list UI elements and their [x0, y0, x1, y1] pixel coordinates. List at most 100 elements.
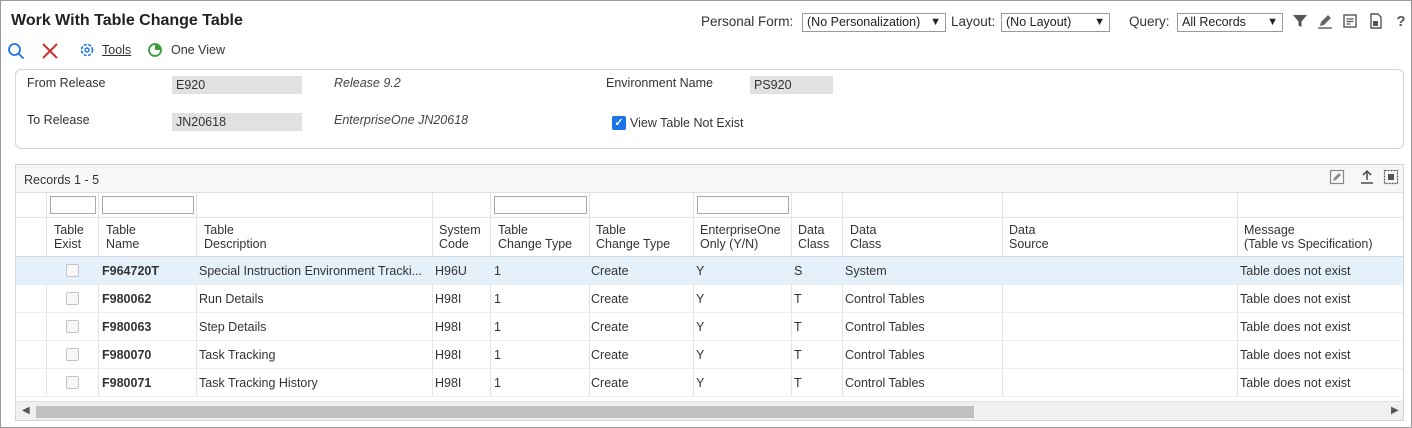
table-row[interactable]: F980063 Step Details H98I 1 Create Y T C…	[16, 313, 1403, 341]
cell-table-description: Task Tracking History	[199, 376, 318, 390]
column-header-data-class-code[interactable]: Data Class	[798, 223, 829, 251]
export-icon[interactable]	[1367, 13, 1385, 31]
column-header-table-description[interactable]: Table Description	[204, 223, 267, 251]
personal-form-label: Personal Form:	[701, 14, 794, 29]
cell-change-type: Create	[591, 292, 629, 306]
cell-table-name[interactable]: F980062	[102, 292, 194, 306]
edit-grid-icon[interactable]	[1328, 169, 1346, 187]
cell-enterpriseone-only: Y	[696, 292, 705, 306]
table-exist-checkbox[interactable]	[66, 264, 79, 277]
column-header-table-change-type[interactable]: Table Change Type	[596, 223, 670, 251]
cell-data-class-code: S	[794, 264, 803, 278]
qbe-change-type-input[interactable]	[494, 196, 587, 214]
cell-change-type-code: 1	[494, 264, 501, 278]
cell-data-class-code: T	[794, 292, 802, 306]
cell-table-description: Task Tracking	[199, 348, 276, 362]
layout-label: Layout:	[951, 14, 996, 29]
table-exist-checkbox[interactable]	[66, 292, 79, 305]
scroll-right-icon[interactable]: ▶	[1391, 405, 1399, 416]
cell-change-type: Create	[591, 348, 629, 362]
search-icon[interactable]	[7, 42, 25, 60]
close-icon[interactable]	[41, 42, 59, 60]
cell-change-type-code: 1	[494, 320, 501, 334]
from-release-description: Release 9.2	[334, 76, 401, 90]
qbe-enterpriseone-only-input[interactable]	[697, 196, 789, 214]
toolbar: Tools One View	[1, 39, 1411, 65]
table-row[interactable]: F980062 Run Details H98I 1 Create Y T Co…	[16, 285, 1403, 313]
cell-message: Table does not exist	[1240, 292, 1351, 306]
table-exist-checkbox[interactable]	[66, 348, 79, 361]
cell-change-type: Create	[591, 264, 629, 278]
chevron-down-icon: ▼	[1094, 16, 1105, 28]
help-icon[interactable]: ?	[1392, 13, 1410, 31]
cell-enterpriseone-only: Y	[696, 320, 705, 334]
table-exist-checkbox[interactable]	[66, 376, 79, 389]
scrollbar-thumb[interactable]	[36, 406, 974, 418]
cell-data-class-code: T	[794, 376, 802, 390]
from-release-label: From Release	[27, 76, 106, 90]
pencil-icon[interactable]	[1316, 13, 1334, 31]
cell-table-name[interactable]: F980070	[102, 348, 194, 362]
cell-system-code: H96U	[435, 264, 467, 278]
cell-data-class: System	[845, 264, 887, 278]
gear-icon[interactable]	[78, 42, 96, 60]
column-header-message[interactable]: Message (Table vs Specification)	[1244, 223, 1373, 251]
table-exist-checkbox[interactable]	[66, 320, 79, 333]
personal-form-value: (No Personalization)	[807, 15, 921, 29]
column-header-data-class[interactable]: Data Class	[850, 223, 881, 251]
to-release-description: EnterpriseOne JN20618	[334, 113, 469, 127]
column-header-table-exist[interactable]: Table Exist	[54, 223, 84, 251]
cell-data-class-code: T	[794, 320, 802, 334]
cell-table-description: Run Details	[199, 292, 264, 306]
filter-icon[interactable]	[1291, 13, 1309, 31]
notes-icon[interactable]	[1341, 13, 1359, 31]
tools-button[interactable]: Tools	[102, 43, 131, 57]
grid-format-icon[interactable]	[1382, 169, 1400, 187]
upload-icon[interactable]	[1358, 169, 1376, 187]
qbe-table-name-input[interactable]	[102, 196, 194, 214]
grid-panel: Records 1 - 5 Table Exist Table Name Tab…	[15, 164, 1404, 421]
cell-message: Table does not exist	[1240, 348, 1351, 362]
column-header-table-name[interactable]: Table Name	[106, 223, 139, 251]
environment-name-field[interactable]: PS920	[750, 76, 833, 94]
table-row[interactable]: F980071 Task Tracking History H98I 1 Cre…	[16, 369, 1403, 397]
scroll-left-icon[interactable]: ◀	[22, 405, 30, 416]
cell-message: Table does not exist	[1240, 376, 1351, 390]
cell-data-class-code: T	[794, 348, 802, 362]
cell-change-type: Create	[591, 376, 629, 390]
cell-data-class: Control Tables	[845, 320, 925, 334]
to-release-field[interactable]: JN20618	[172, 113, 302, 131]
cell-change-type-code: 1	[494, 376, 501, 390]
one-view-button[interactable]: One View	[171, 43, 225, 57]
layout-value: (No Layout)	[1006, 15, 1072, 29]
column-header-enterpriseone-only[interactable]: EnterpriseOne Only (Y/N)	[700, 223, 781, 251]
cell-data-class: Control Tables	[845, 348, 925, 362]
one-view-icon[interactable]	[146, 42, 164, 60]
horizontal-scrollbar[interactable]: ◀ ▶	[16, 401, 1403, 420]
column-header-table-change-type-code[interactable]: Table Change Type	[498, 223, 572, 251]
query-value: All Records	[1182, 15, 1246, 29]
from-release-field[interactable]: E920	[172, 76, 302, 94]
cell-table-name[interactable]: F980071	[102, 376, 194, 390]
table-row[interactable]: F964720T Special Instruction Environment…	[16, 257, 1403, 285]
column-header-system-code[interactable]: System Code	[439, 223, 481, 251]
cell-enterpriseone-only: Y	[696, 348, 705, 362]
cell-table-name[interactable]: F964720T	[102, 264, 194, 278]
environment-name-label: Environment Name	[606, 76, 713, 90]
chevron-down-icon: ▼	[1267, 16, 1278, 28]
cell-system-code: H98I	[435, 376, 462, 390]
page-title: Work With Table Change Table	[11, 12, 243, 29]
query-select[interactable]: All Records ▼	[1177, 13, 1283, 32]
qbe-table-exist-input[interactable]	[50, 196, 96, 214]
column-header-data-source[interactable]: Data Source	[1009, 223, 1049, 251]
grid-title-bar: Records 1 - 5	[16, 165, 1403, 193]
layout-select[interactable]: (No Layout) ▼	[1001, 13, 1110, 32]
view-table-not-exist-checkbox[interactable]: ✓	[612, 116, 626, 130]
personal-form-select[interactable]: (No Personalization) ▼	[802, 13, 946, 32]
table-row[interactable]: F980070 Task Tracking H98I 1 Create Y T …	[16, 341, 1403, 369]
cell-message: Table does not exist	[1240, 264, 1351, 278]
cell-table-description: Special Instruction Environment Tracki..…	[199, 264, 423, 278]
cell-system-code: H98I	[435, 292, 462, 306]
cell-message: Table does not exist	[1240, 320, 1351, 334]
cell-table-name[interactable]: F980063	[102, 320, 194, 334]
